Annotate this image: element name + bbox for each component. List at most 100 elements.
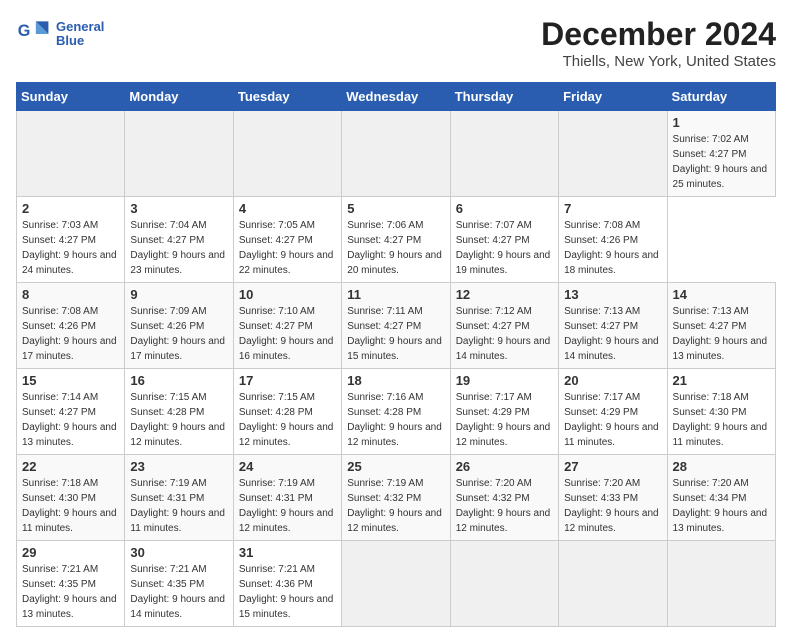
logo-line2: Blue — [56, 34, 104, 48]
day-info: Sunrise: 7:18 AMSunset: 4:30 PMDaylight:… — [22, 478, 117, 534]
calendar-day-cell: 4 Sunrise: 7:05 AMSunset: 4:27 PMDayligh… — [233, 197, 341, 283]
calendar-table: Sunday Monday Tuesday Wednesday Thursday… — [16, 82, 776, 627]
day-info: Sunrise: 7:19 AMSunset: 4:31 PMDaylight:… — [239, 478, 334, 534]
calendar-week-row: 22 Sunrise: 7:18 AMSunset: 4:30 PMDaylig… — [17, 455, 776, 541]
day-info: Sunrise: 7:20 AMSunset: 4:32 PMDaylight:… — [456, 478, 551, 534]
day-info: Sunrise: 7:20 AMSunset: 4:34 PMDaylight:… — [673, 478, 768, 534]
day-number: 26 — [456, 459, 553, 474]
day-info: Sunrise: 7:02 AMSunset: 4:27 PMDaylight:… — [673, 134, 768, 190]
calendar-day-cell: 21 Sunrise: 7:18 AMSunset: 4:30 PMDaylig… — [667, 369, 775, 455]
day-info: Sunrise: 7:06 AMSunset: 4:27 PMDaylight:… — [347, 220, 442, 276]
day-info: Sunrise: 7:05 AMSunset: 4:27 PMDaylight:… — [239, 220, 334, 276]
day-number: 9 — [130, 287, 227, 302]
calendar-day-cell: 25 Sunrise: 7:19 AMSunset: 4:32 PMDaylig… — [342, 455, 450, 541]
day-info: Sunrise: 7:20 AMSunset: 4:33 PMDaylight:… — [564, 478, 659, 534]
day-number: 23 — [130, 459, 227, 474]
day-number: 15 — [22, 373, 119, 388]
header-monday: Monday — [125, 83, 233, 111]
day-number: 18 — [347, 373, 444, 388]
page-header: G General Blue December 2024 Thiells, Ne… — [16, 16, 776, 70]
calendar-day-cell: 1 Sunrise: 7:02 AMSunset: 4:27 PMDayligh… — [667, 111, 775, 197]
day-info: Sunrise: 7:07 AMSunset: 4:27 PMDaylight:… — [456, 220, 551, 276]
calendar-day-cell — [233, 111, 341, 197]
header-tuesday: Tuesday — [233, 83, 341, 111]
logo-line1: General — [56, 20, 104, 34]
calendar-day-cell: 29 Sunrise: 7:21 AMSunset: 4:35 PMDaylig… — [17, 541, 125, 627]
calendar-day-cell: 6 Sunrise: 7:07 AMSunset: 4:27 PMDayligh… — [450, 197, 558, 283]
day-info: Sunrise: 7:19 AMSunset: 4:32 PMDaylight:… — [347, 478, 442, 534]
header-sunday: Sunday — [17, 83, 125, 111]
day-number: 1 — [673, 115, 770, 130]
day-number: 14 — [673, 287, 770, 302]
calendar-day-cell: 23 Sunrise: 7:19 AMSunset: 4:31 PMDaylig… — [125, 455, 233, 541]
calendar-day-cell — [17, 111, 125, 197]
calendar-week-row: 29 Sunrise: 7:21 AMSunset: 4:35 PMDaylig… — [17, 541, 776, 627]
calendar-header-row: Sunday Monday Tuesday Wednesday Thursday… — [17, 83, 776, 111]
logo-icon: G — [16, 16, 52, 52]
day-info: Sunrise: 7:04 AMSunset: 4:27 PMDaylight:… — [130, 220, 225, 276]
day-info: Sunrise: 7:15 AMSunset: 4:28 PMDaylight:… — [130, 392, 225, 448]
day-info: Sunrise: 7:16 AMSunset: 4:28 PMDaylight:… — [347, 392, 442, 448]
calendar-day-cell: 28 Sunrise: 7:20 AMSunset: 4:34 PMDaylig… — [667, 455, 775, 541]
calendar-day-cell: 8 Sunrise: 7:08 AMSunset: 4:26 PMDayligh… — [17, 283, 125, 369]
calendar-day-cell: 18 Sunrise: 7:16 AMSunset: 4:28 PMDaylig… — [342, 369, 450, 455]
header-saturday: Saturday — [667, 83, 775, 111]
calendar-week-row: 1 Sunrise: 7:02 AMSunset: 4:27 PMDayligh… — [17, 111, 776, 197]
day-number: 29 — [22, 545, 119, 560]
day-info: Sunrise: 7:19 AMSunset: 4:31 PMDaylight:… — [130, 478, 225, 534]
day-number: 25 — [347, 459, 444, 474]
title-area: December 2024 Thiells, New York, United … — [541, 16, 776, 70]
calendar-day-cell: 2 Sunrise: 7:03 AMSunset: 4:27 PMDayligh… — [17, 197, 125, 283]
day-number: 2 — [22, 201, 119, 216]
calendar-day-cell — [125, 111, 233, 197]
calendar-day-cell: 19 Sunrise: 7:17 AMSunset: 4:29 PMDaylig… — [450, 369, 558, 455]
calendar-day-cell: 9 Sunrise: 7:09 AMSunset: 4:26 PMDayligh… — [125, 283, 233, 369]
calendar-day-cell: 17 Sunrise: 7:15 AMSunset: 4:28 PMDaylig… — [233, 369, 341, 455]
month-title: December 2024 — [541, 16, 776, 53]
day-number: 3 — [130, 201, 227, 216]
day-number: 28 — [673, 459, 770, 474]
day-info: Sunrise: 7:15 AMSunset: 4:28 PMDaylight:… — [239, 392, 334, 448]
day-number: 20 — [564, 373, 661, 388]
calendar-day-cell — [559, 541, 667, 627]
calendar-day-cell: 3 Sunrise: 7:04 AMSunset: 4:27 PMDayligh… — [125, 197, 233, 283]
day-number: 4 — [239, 201, 336, 216]
calendar-day-cell — [450, 111, 558, 197]
calendar-day-cell — [667, 541, 775, 627]
day-number: 8 — [22, 287, 119, 302]
day-number: 19 — [456, 373, 553, 388]
header-wednesday: Wednesday — [342, 83, 450, 111]
calendar-day-cell: 16 Sunrise: 7:15 AMSunset: 4:28 PMDaylig… — [125, 369, 233, 455]
day-number: 31 — [239, 545, 336, 560]
day-info: Sunrise: 7:17 AMSunset: 4:29 PMDaylight:… — [564, 392, 659, 448]
calendar-day-cell: 12 Sunrise: 7:12 AMSunset: 4:27 PMDaylig… — [450, 283, 558, 369]
calendar-day-cell: 15 Sunrise: 7:14 AMSunset: 4:27 PMDaylig… — [17, 369, 125, 455]
header-friday: Friday — [559, 83, 667, 111]
calendar-day-cell: 31 Sunrise: 7:21 AMSunset: 4:36 PMDaylig… — [233, 541, 341, 627]
calendar-day-cell: 5 Sunrise: 7:06 AMSunset: 4:27 PMDayligh… — [342, 197, 450, 283]
day-info: Sunrise: 7:11 AMSunset: 4:27 PMDaylight:… — [347, 306, 442, 362]
calendar-week-row: 8 Sunrise: 7:08 AMSunset: 4:26 PMDayligh… — [17, 283, 776, 369]
calendar-day-cell: 10 Sunrise: 7:10 AMSunset: 4:27 PMDaylig… — [233, 283, 341, 369]
calendar-week-row: 2 Sunrise: 7:03 AMSunset: 4:27 PMDayligh… — [17, 197, 776, 283]
calendar-day-cell: 13 Sunrise: 7:13 AMSunset: 4:27 PMDaylig… — [559, 283, 667, 369]
calendar-day-cell: 27 Sunrise: 7:20 AMSunset: 4:33 PMDaylig… — [559, 455, 667, 541]
calendar-day-cell: 20 Sunrise: 7:17 AMSunset: 4:29 PMDaylig… — [559, 369, 667, 455]
logo-text: General Blue — [56, 20, 104, 49]
calendar-day-cell: 7 Sunrise: 7:08 AMSunset: 4:26 PMDayligh… — [559, 197, 667, 283]
day-number: 22 — [22, 459, 119, 474]
day-number: 12 — [456, 287, 553, 302]
day-info: Sunrise: 7:08 AMSunset: 4:26 PMDaylight:… — [564, 220, 659, 276]
day-number: 5 — [347, 201, 444, 216]
day-info: Sunrise: 7:13 AMSunset: 4:27 PMDaylight:… — [673, 306, 768, 362]
location-title: Thiells, New York, United States — [541, 53, 776, 70]
calendar-day-cell: 22 Sunrise: 7:18 AMSunset: 4:30 PMDaylig… — [17, 455, 125, 541]
day-number: 6 — [456, 201, 553, 216]
day-info: Sunrise: 7:17 AMSunset: 4:29 PMDaylight:… — [456, 392, 551, 448]
day-info: Sunrise: 7:13 AMSunset: 4:27 PMDaylight:… — [564, 306, 659, 362]
day-info: Sunrise: 7:12 AMSunset: 4:27 PMDaylight:… — [456, 306, 551, 362]
day-number: 11 — [347, 287, 444, 302]
day-number: 10 — [239, 287, 336, 302]
calendar-day-cell: 30 Sunrise: 7:21 AMSunset: 4:35 PMDaylig… — [125, 541, 233, 627]
day-number: 30 — [130, 545, 227, 560]
